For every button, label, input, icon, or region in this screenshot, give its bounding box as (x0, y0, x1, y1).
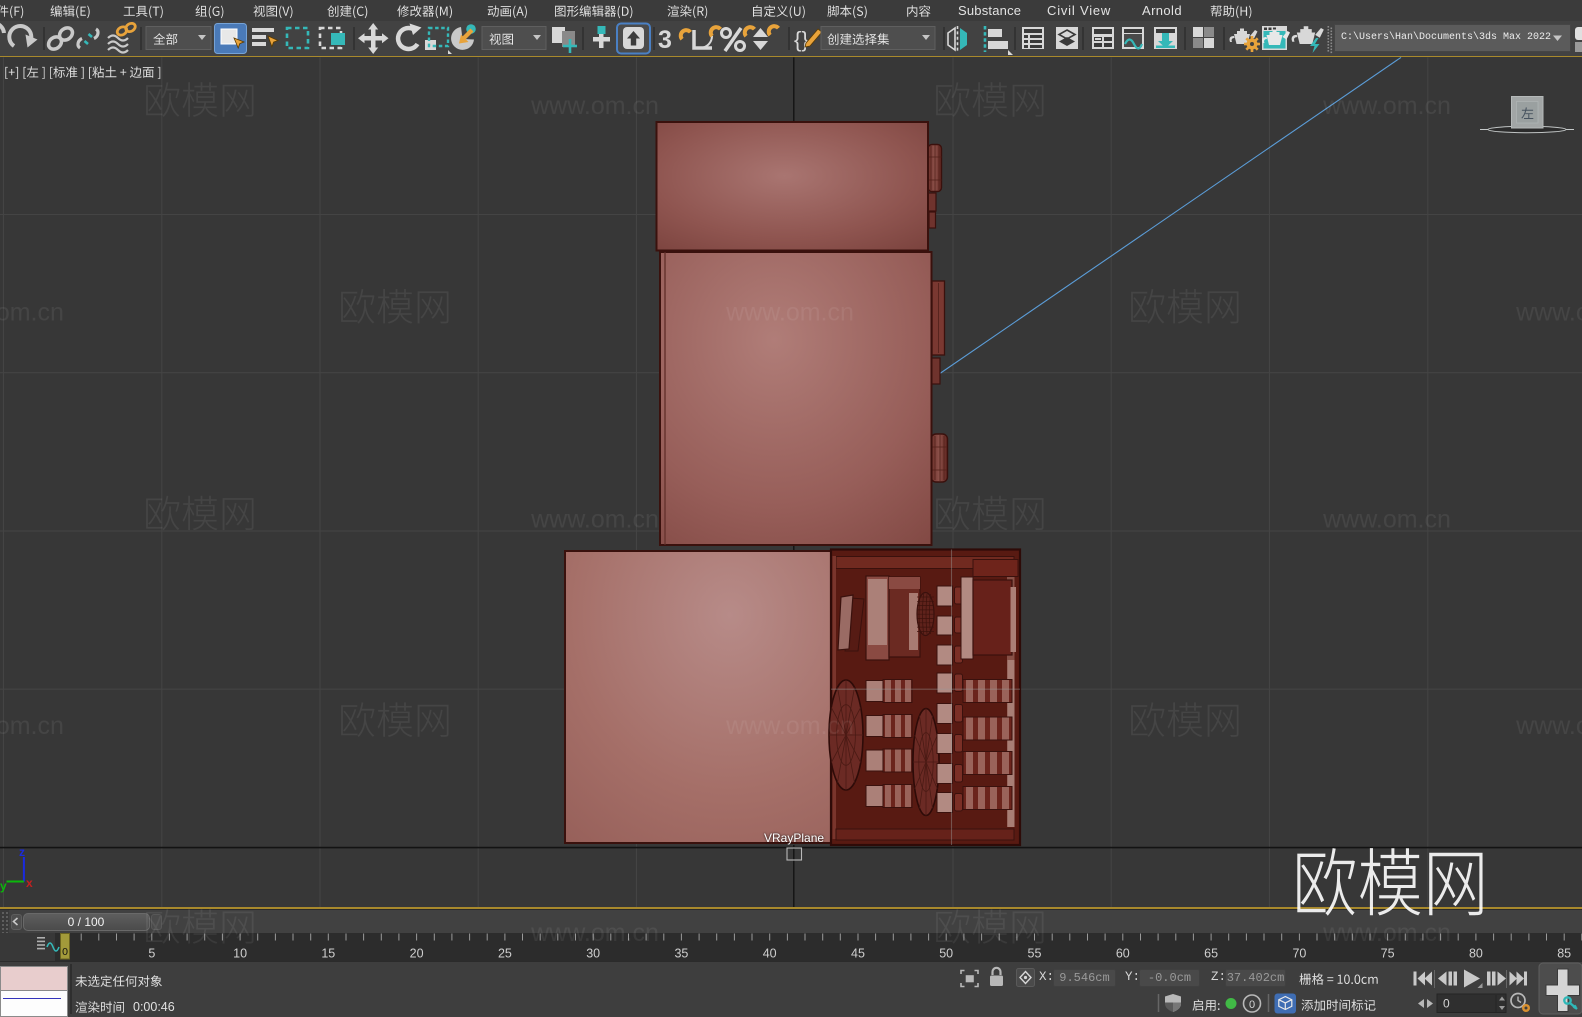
svg-text:www.om.cn: www.om.cn (0, 712, 64, 740)
svg-text:www.om.cn: www.om.cn (530, 92, 659, 120)
svg-text:www.om.cn: www.om.cn (1515, 712, 1582, 740)
svg-text:www.om.cn: www.om.cn (0, 299, 64, 327)
svg-text:www.om.cn: www.om.cn (1322, 505, 1451, 533)
svg-text:www.om.cn: www.om.cn (1322, 92, 1451, 120)
svg-text:www.om.cn: www.om.cn (725, 712, 854, 740)
svg-text:www.om.cn: www.om.cn (530, 505, 659, 533)
svg-text:www.om.cn: www.om.cn (725, 299, 854, 327)
svg-text:www.om.cn: www.om.cn (530, 919, 659, 947)
svg-text:www.om.cn: www.om.cn (1515, 299, 1582, 327)
svg-text:www.om.cn: www.om.cn (1322, 919, 1451, 947)
